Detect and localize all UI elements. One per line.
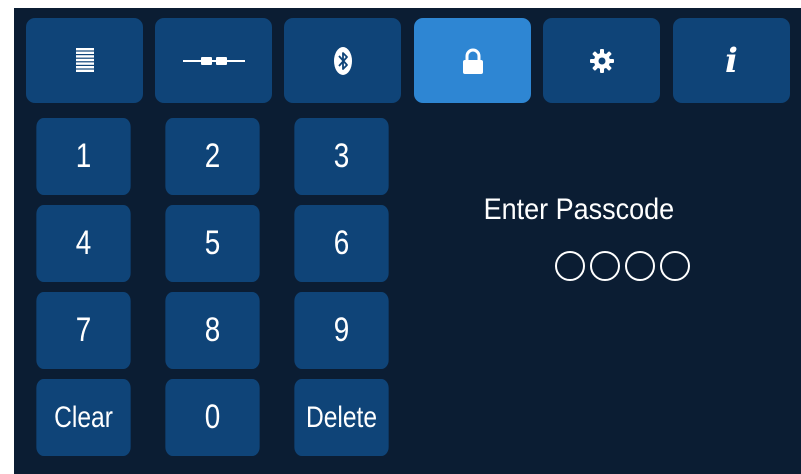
key-7[interactable]: 7 bbox=[36, 292, 131, 369]
passcode-dot bbox=[590, 251, 620, 281]
key-9[interactable]: 9 bbox=[294, 292, 389, 369]
tab-bluetooth[interactable] bbox=[284, 18, 401, 103]
passcode-prompt-label: Enter Passcode bbox=[483, 193, 675, 226]
connector-icon bbox=[182, 56, 245, 65]
tab-list[interactable] bbox=[26, 18, 143, 103]
clear-button[interactable]: Clear bbox=[36, 379, 131, 456]
tab-info[interactable]: i bbox=[673, 18, 790, 103]
key-8[interactable]: 8 bbox=[165, 292, 260, 369]
key-3[interactable]: 3 bbox=[294, 118, 389, 195]
delete-button[interactable]: Delete bbox=[294, 379, 389, 456]
bluetooth-icon bbox=[333, 46, 352, 75]
tab-lock[interactable] bbox=[414, 18, 531, 103]
key-5[interactable]: 5 bbox=[165, 205, 260, 282]
passcode-dot bbox=[625, 251, 655, 281]
key-1[interactable]: 1 bbox=[36, 118, 131, 195]
tab-settings[interactable] bbox=[543, 18, 660, 103]
key-0[interactable]: 0 bbox=[165, 379, 260, 456]
tab-connection[interactable] bbox=[155, 18, 272, 103]
list-icon bbox=[75, 47, 94, 72]
key-4[interactable]: 4 bbox=[36, 205, 131, 282]
passcode-screen: i 1 2 3 4 5 6 7 8 9 Clear 0 Delete Enter… bbox=[14, 8, 801, 474]
passcode-prompt: Enter Passcode bbox=[414, 193, 744, 227]
key-2[interactable]: 2 bbox=[165, 118, 260, 195]
key-6[interactable]: 6 bbox=[294, 205, 389, 282]
passcode-dot bbox=[555, 251, 585, 281]
passcode-indicator bbox=[555, 251, 690, 281]
passcode-dot bbox=[660, 251, 690, 281]
lock-icon bbox=[462, 48, 483, 74]
gear-icon bbox=[589, 48, 614, 73]
info-icon: i bbox=[725, 40, 738, 81]
